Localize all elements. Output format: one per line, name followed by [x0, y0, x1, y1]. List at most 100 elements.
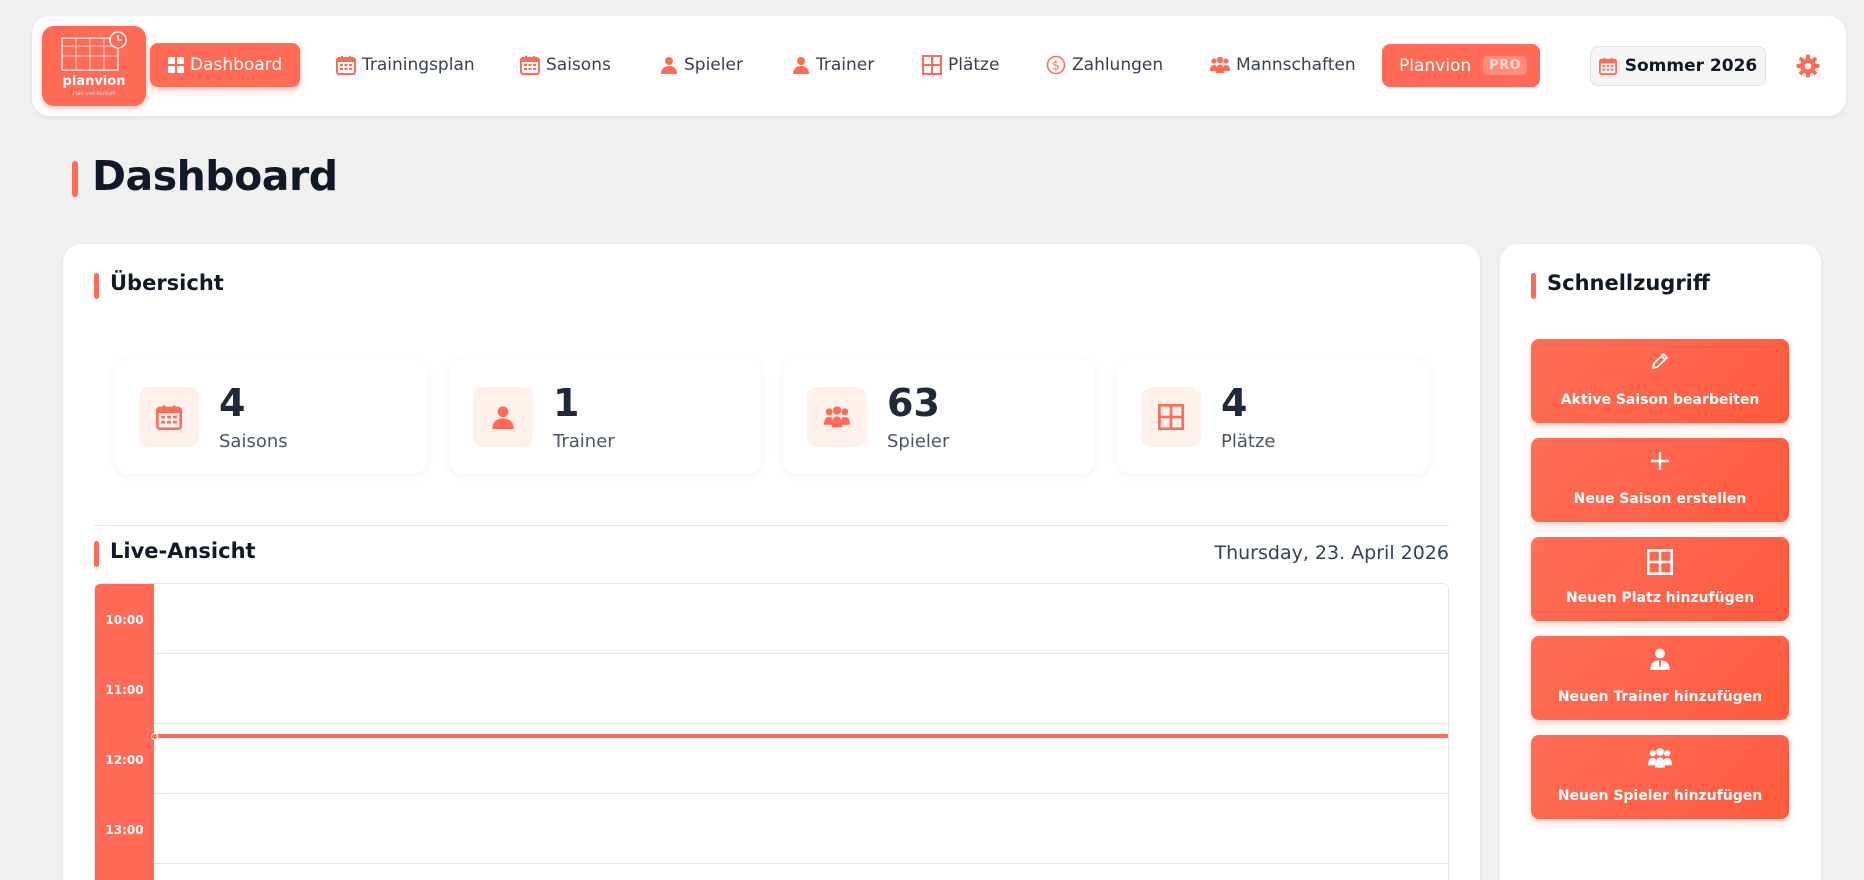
overview-title: Übersicht	[110, 271, 224, 295]
grid-icon	[1158, 404, 1184, 430]
calendar-icon	[520, 56, 540, 75]
calendar-icon	[1598, 57, 1617, 75]
plus-icon	[1651, 452, 1669, 470]
stat-icon-box	[1141, 387, 1201, 447]
create-season-button[interactable]: Neue Saison erstellen	[1531, 438, 1789, 522]
nav-item-mannschaften[interactable]: Mannschaften	[1200, 43, 1366, 87]
season-selector[interactable]: Sommer 2026	[1590, 46, 1766, 86]
section-divider	[94, 525, 1449, 526]
top-navbar: planvion Plan und Aufstell Dashboard Tra…	[32, 16, 1846, 116]
planner-logo-icon	[61, 31, 127, 71]
stat-card-saisons[interactable]: 4 Saisons	[115, 359, 427, 474]
nav-label: Trainingsplan	[362, 55, 475, 75]
nav-item-dashboard[interactable]: Dashboard	[150, 43, 301, 87]
current-time-line	[154, 734, 1448, 738]
season-label: Sommer 2026	[1624, 56, 1758, 76]
nav-item-plaetze[interactable]: Plätze	[912, 43, 1009, 87]
hour-gridline	[154, 723, 1448, 724]
quick-button-label: Neuen Spieler hinzufügen	[1557, 788, 1763, 804]
hour-label: 12:00	[105, 753, 144, 767]
stat-icon-box	[473, 387, 533, 447]
stat-value: 63	[887, 381, 940, 425]
nav-label: Saisons	[546, 55, 611, 75]
calendar-icon	[156, 405, 182, 430]
current-time-marker	[151, 733, 158, 740]
dollar-coin-icon: $	[1046, 55, 1066, 75]
add-court-button[interactable]: Neuen Platz hinzufügen	[1531, 537, 1789, 621]
nav-item-spieler[interactable]: Spieler	[650, 43, 753, 87]
nav-label: Mannschaften	[1236, 55, 1356, 75]
nav-label: Trainer	[816, 55, 875, 75]
nav-label: Spieler	[684, 55, 743, 75]
hour-label: 11:00	[105, 683, 144, 697]
page-title-accent	[72, 161, 78, 197]
quick-access-title: Schnellzugriff	[1547, 271, 1710, 295]
nav-item-saisons[interactable]: Saisons	[510, 43, 621, 87]
stat-label: Spieler	[887, 431, 950, 452]
group-icon	[1648, 748, 1672, 768]
add-player-button[interactable]: Neuen Spieler hinzufügen	[1531, 735, 1789, 819]
quick-button-label: Neue Saison erstellen	[1573, 491, 1747, 507]
brand-name: planvion	[62, 74, 126, 89]
stat-card-plaetze[interactable]: 4 Plätze	[1117, 359, 1429, 474]
nav-item-zahlungen[interactable]: $ Zahlungen	[1036, 43, 1173, 87]
brand-tagline: Plan und Aufstell	[72, 91, 116, 97]
trainer-icon	[1650, 648, 1670, 670]
hour-label: 10:00	[105, 613, 144, 627]
icon-holder	[1531, 747, 1789, 769]
pro-badge: PRO	[1483, 56, 1528, 75]
stat-card-spieler[interactable]: 63 Spieler	[783, 359, 1095, 474]
stat-icon-box	[807, 387, 867, 447]
calendar-icon	[336, 56, 356, 75]
hour-gridline	[154, 793, 1448, 794]
stat-value: 1	[553, 381, 580, 425]
dashboard-icon	[168, 57, 184, 73]
stat-label: Plätze	[1221, 431, 1276, 452]
icon-holder	[1531, 549, 1789, 575]
nav-label: Plätze	[948, 55, 1000, 75]
quick-button-label: Neuen Platz hinzufügen	[1565, 590, 1755, 606]
gear-icon[interactable]	[1796, 54, 1820, 78]
quick-access-card: Schnellzugriff Aktive Saison bearbeiten …	[1500, 244, 1821, 880]
section-accent	[1531, 273, 1536, 299]
person-icon	[661, 57, 677, 74]
svg-text:$: $	[1052, 59, 1060, 73]
edit-active-season-button[interactable]: Aktive Saison bearbeiten	[1531, 339, 1789, 423]
person-icon	[793, 57, 809, 74]
time-column: 10:00 11:00 12:00 13:00	[95, 584, 154, 880]
current-date: Thursday, 23. April 2026	[1214, 542, 1449, 564]
icon-holder	[1531, 450, 1789, 472]
planvion-pro-button[interactable]: Planvion PRO	[1382, 44, 1540, 87]
grid-icon	[922, 55, 942, 75]
nav-item-trainer[interactable]: Trainer	[782, 43, 884, 87]
grid-icon	[1647, 549, 1673, 575]
pro-button-label: Planvion	[1399, 55, 1472, 76]
stat-card-trainer[interactable]: 1 Trainer	[449, 359, 761, 474]
stat-label: Trainer	[553, 431, 615, 452]
nav-label: Dashboard	[190, 55, 283, 75]
live-view-title: Live-Ansicht	[110, 539, 256, 563]
page-title: Dashboard	[92, 152, 338, 200]
icon-holder	[1531, 351, 1789, 371]
nav-item-trainingsplan[interactable]: Trainingsplan	[326, 43, 485, 87]
person-icon	[492, 406, 514, 429]
icon-holder	[1531, 648, 1789, 670]
stat-label: Saisons	[219, 431, 288, 452]
quick-button-label: Neuen Trainer hinzufügen	[1557, 689, 1763, 705]
quick-button-label: Aktive Saison bearbeiten	[1560, 392, 1760, 408]
group-icon	[824, 406, 850, 428]
brand-logo[interactable]: planvion Plan und Aufstell	[42, 26, 146, 106]
add-trainer-button[interactable]: Neuen Trainer hinzufügen	[1531, 636, 1789, 720]
stat-value: 4	[1221, 381, 1248, 425]
hour-label: 13:00	[105, 823, 144, 837]
pencil-icon	[1652, 353, 1668, 369]
stat-icon-box	[139, 387, 199, 447]
nav-label: Zahlungen	[1072, 55, 1164, 75]
hour-gridline	[154, 653, 1448, 654]
live-timeline[interactable]: 10:00 11:00 12:00 13:00	[94, 583, 1449, 880]
overview-card: Übersicht 4 Saisons 1 Trainer 63 Spieler…	[63, 244, 1480, 880]
hour-gridline	[154, 863, 1448, 864]
section-accent	[94, 541, 99, 567]
group-icon	[1210, 56, 1230, 73]
section-accent	[94, 273, 99, 299]
